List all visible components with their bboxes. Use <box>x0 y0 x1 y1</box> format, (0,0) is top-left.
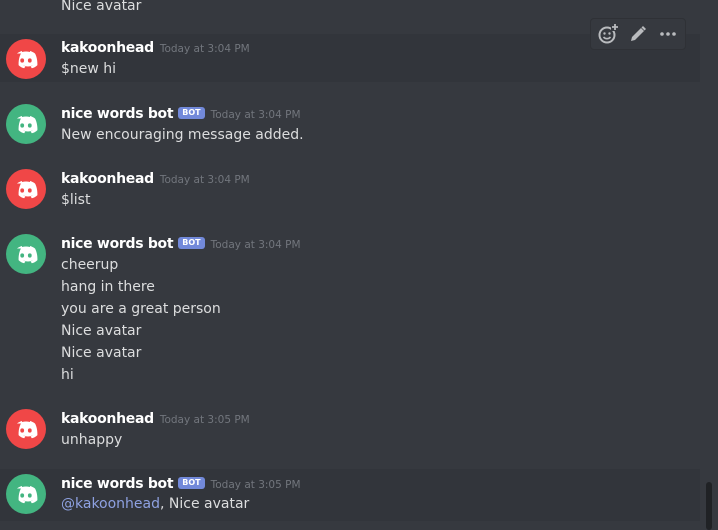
message-header: nice words bot BOT Today at 3:04 PM <box>61 232 301 254</box>
bot-tag: BOT <box>178 477 205 489</box>
timestamp: Today at 3:04 PM <box>210 109 301 121</box>
message-text: you are a great person <box>61 301 221 317</box>
message-content: New encouraging message added. <box>61 124 304 146</box>
timestamp: Today at 3:04 PM <box>159 43 250 55</box>
avatar[interactable] <box>6 409 46 449</box>
discord-logo-icon <box>6 409 46 449</box>
edit-pencil-icon <box>631 26 646 41</box>
discord-logo-icon <box>6 234 46 274</box>
message-text: hi <box>61 367 74 383</box>
message-header: kakoonhead Today at 3:04 PM <box>61 36 250 58</box>
message-text: cheerup <box>61 257 119 273</box>
message-content: $new hi <box>61 58 116 80</box>
message-text: @kakoonhead, Nice avatar <box>61 493 249 515</box>
partial-message-line: Nice avatar <box>61 0 142 14</box>
message-header: nice words bot BOT Today at 3:04 PM <box>61 102 301 124</box>
timestamp: Today at 3:04 PM <box>210 239 301 251</box>
username[interactable]: nice words bot <box>61 476 174 492</box>
username[interactable]: kakoonhead <box>61 171 154 187</box>
more-options-icon <box>660 32 676 36</box>
chat-messages-area: Nice avatar kakoonhead Today at 3:04 PM $… <box>0 0 718 530</box>
message-text: unhappy <box>61 432 123 448</box>
message-text: New encouraging message added. <box>61 127 304 143</box>
message-item[interactable]: kakoonhead Today at 3:04 PM $list <box>0 167 700 215</box>
avatar[interactable] <box>6 39 46 79</box>
message-header: kakoonhead Today at 3:04 PM <box>61 167 250 189</box>
user-mention[interactable]: @kakoonhead <box>61 496 160 512</box>
message-content: $list <box>61 189 90 211</box>
message-item[interactable]: kakoonhead Today at 3:05 PM unhappy <box>0 407 700 455</box>
edit-button[interactable] <box>624 20 652 48</box>
message-content: @kakoonhead, Nice avatar <box>61 493 249 515</box>
timestamp: Today at 3:05 PM <box>210 479 301 491</box>
avatar[interactable] <box>6 104 46 144</box>
discord-logo-icon <box>6 39 46 79</box>
message-text: Nice avatar <box>61 345 142 361</box>
message-header: nice words bot BOT Today at 3:05 PM <box>61 472 301 494</box>
add-reaction-button[interactable] <box>594 20 622 48</box>
message-content: cheerup hang in there you are a great pe… <box>61 254 221 386</box>
timestamp: Today at 3:05 PM <box>159 414 250 426</box>
username[interactable]: kakoonhead <box>61 40 154 56</box>
message-item[interactable]: nice words bot BOT Today at 3:04 PM New en… <box>0 102 700 150</box>
avatar[interactable] <box>6 234 46 274</box>
username[interactable]: nice words bot <box>61 106 174 122</box>
message-actions-toolbar <box>590 18 686 50</box>
message-text: $list <box>61 192 91 208</box>
more-options-button[interactable] <box>654 20 682 48</box>
scrollbar-thumb[interactable] <box>706 482 712 530</box>
username[interactable]: nice words bot <box>61 236 174 252</box>
bot-tag: BOT <box>178 237 205 249</box>
discord-logo-icon <box>6 169 46 209</box>
message-text: hang in there <box>61 279 155 295</box>
username[interactable]: kakoonhead <box>61 411 154 427</box>
message-text: Nice avatar <box>61 323 142 339</box>
discord-logo-icon <box>6 104 46 144</box>
timestamp: Today at 3:04 PM <box>159 174 250 186</box>
reply-text: , Nice avatar <box>160 496 250 512</box>
message-text: $new hi <box>61 61 117 77</box>
avatar[interactable] <box>6 474 46 514</box>
message-content: unhappy <box>61 429 122 451</box>
bot-tag: BOT <box>178 107 205 119</box>
avatar[interactable] <box>6 169 46 209</box>
add-reaction-icon <box>598 23 619 44</box>
message-item[interactable]: nice words bot BOT Today at 3:04 PM cheeru… <box>0 232 700 390</box>
message-header: kakoonhead Today at 3:05 PM <box>61 407 250 429</box>
discord-logo-icon <box>6 474 46 514</box>
message-item[interactable]: kakoonhead Today at 3:04 PM $new hi <box>0 18 700 82</box>
message-item[interactable]: nice words bot BOT Today at 3:05 PM @kakoo… <box>0 469 700 521</box>
